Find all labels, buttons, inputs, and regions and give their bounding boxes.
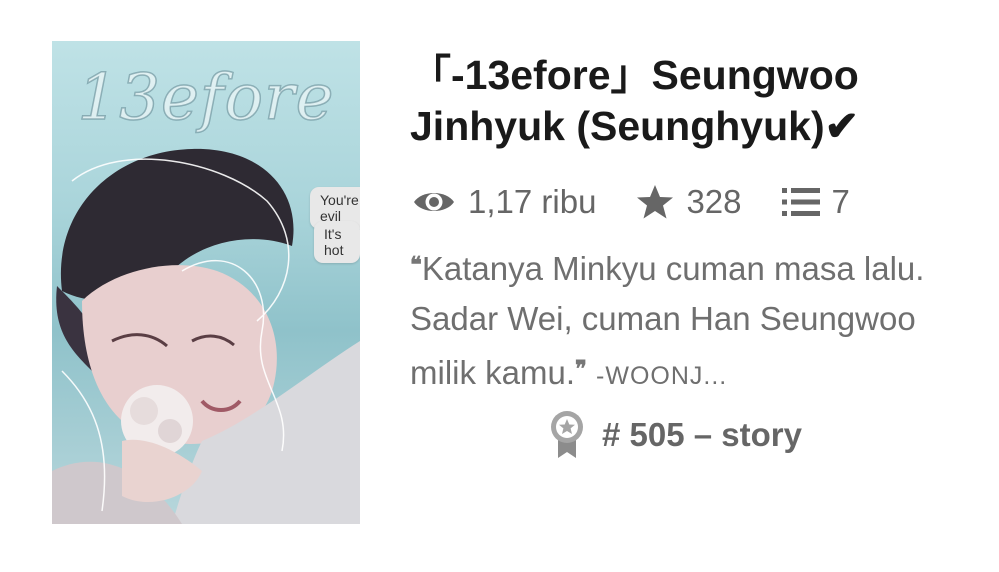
cover-title-text: 13efore	[77, 60, 335, 136]
story-title[interactable]: 「-13efore」Seungwoo Jinhyuk (Seunghyuk)✔	[410, 50, 970, 152]
parts-stat: 7	[781, 183, 850, 221]
votes-stat: 328	[636, 183, 742, 221]
reads-stat: 1,17 ribu	[412, 183, 596, 221]
eye-icon	[414, 193, 454, 211]
open-quote: ❝	[410, 252, 422, 278]
ribbon-badge-icon	[551, 411, 583, 458]
story-ranking[interactable]: # 505 – story	[550, 410, 802, 460]
list-icon	[781, 188, 820, 216]
story-card[interactable]: 13efore You're evil It's hot 「-13efore」S…	[0, 0, 999, 572]
ranking-label: # 505 – story	[602, 416, 802, 453]
parts-count: 7	[831, 183, 850, 220]
description-author: -WOONJ...	[596, 362, 728, 390]
story-description: ❝Katanya Minkyu cuman masa lalu. Sadar W…	[410, 240, 970, 401]
close-quote: ❞	[575, 356, 587, 382]
story-stats: 1,17 ribu 328 7	[412, 180, 850, 224]
story-cover[interactable]: 13efore You're evil It's hot	[52, 41, 360, 524]
cover-chat-bubble: It's hot	[314, 221, 360, 263]
reads-count: 1,17 ribu	[468, 183, 597, 220]
star-icon	[637, 185, 674, 219]
votes-count: 328	[686, 183, 742, 220]
